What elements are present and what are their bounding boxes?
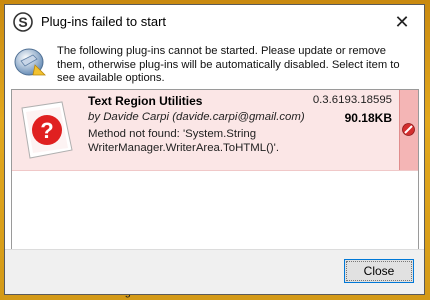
app-logo-icon: S xyxy=(13,12,33,32)
info-message: The following plug-ins cannot be started… xyxy=(57,45,400,85)
plugin-row[interactable]: ? Text Region Utilities by Davide Carpi … xyxy=(12,90,418,171)
title-bar[interactable]: S Plug-ins failed to start ✕ xyxy=(5,5,424,39)
plugin-name: Text Region Utilities xyxy=(88,94,203,108)
plugin-list[interactable]: ? Text Region Utilities by Davide Carpi … xyxy=(11,89,419,250)
plugin-error-message: Method not found: 'System.String WriterM… xyxy=(88,128,280,154)
plugin-size: 90.18KB xyxy=(344,111,392,125)
dialog-title: Plug-ins failed to start xyxy=(41,14,167,29)
close-window-icon[interactable]: ✕ xyxy=(390,11,414,33)
error-page-icon: ? xyxy=(21,101,73,159)
plugin-author: by Davide Carpi (davide.carpi@gmail.com) xyxy=(88,111,305,123)
remove-icon[interactable] xyxy=(402,123,415,136)
svg-text:?: ? xyxy=(40,118,53,143)
plugin-version: 0.3.6193.18595 xyxy=(312,94,392,106)
plugins-failed-dialog: S Plug-ins failed to start ✕ The followi… xyxy=(4,4,425,295)
dialog-footer: Close xyxy=(5,249,424,294)
plugin-warning-icon xyxy=(14,48,46,76)
close-button[interactable]: Close xyxy=(344,259,414,283)
info-banner: The following plug-ins cannot be started… xyxy=(5,39,424,89)
svg-text:S: S xyxy=(18,14,27,30)
